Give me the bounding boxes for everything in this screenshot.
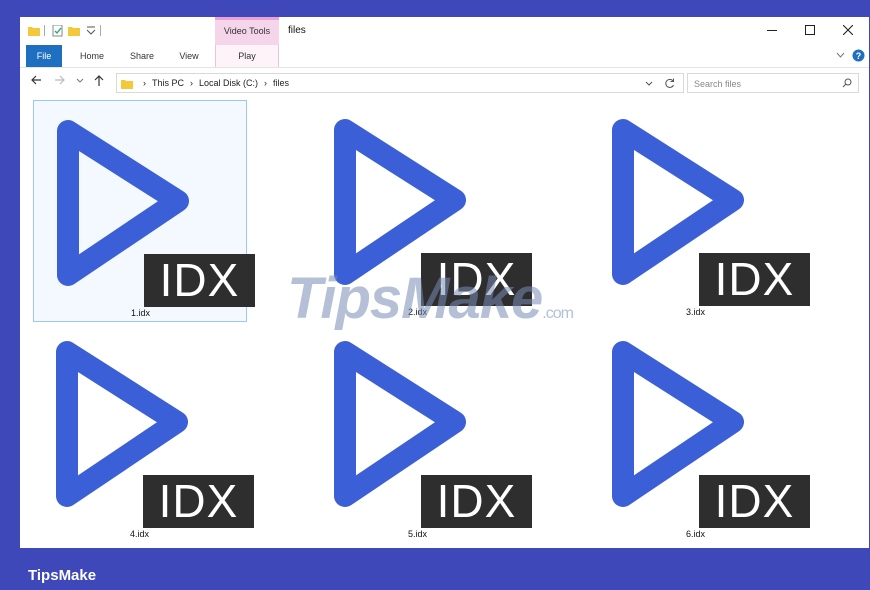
new-folder-icon[interactable] xyxy=(68,25,80,36)
breadcrumb-this-pc[interactable]: This PC xyxy=(152,78,184,88)
file-item[interactable]: IDX 4.idx xyxy=(33,322,254,544)
chevron-right-icon[interactable]: › xyxy=(190,78,193,88)
breadcrumb: › This PC › Local Disk (C:) › files xyxy=(143,78,289,88)
expand-ribbon-icon[interactable] xyxy=(836,52,845,59)
file-name[interactable]: 3.idx xyxy=(686,307,705,317)
tab-home[interactable]: Home xyxy=(72,45,112,67)
watermark: TipsMake.com xyxy=(287,265,574,332)
close-button[interactable] xyxy=(836,21,860,39)
idx-badge: IDX xyxy=(144,254,255,307)
file-name[interactable]: 1.idx xyxy=(131,308,150,318)
svg-text:?: ? xyxy=(856,51,862,61)
file-item[interactable]: IDX 6.idx xyxy=(589,322,810,544)
tab-file[interactable]: File xyxy=(26,45,62,67)
file-name[interactable]: 6.idx xyxy=(686,529,705,539)
folder-icon[interactable] xyxy=(28,25,40,36)
up-arrow-icon[interactable] xyxy=(94,75,104,86)
chevron-right-icon[interactable]: › xyxy=(264,78,267,88)
file-item[interactable]: IDX 5.idx xyxy=(311,322,532,544)
idx-badge: IDX xyxy=(699,253,810,306)
maximize-button[interactable] xyxy=(798,21,822,39)
tab-play[interactable]: Play xyxy=(215,45,279,67)
watermark-text: TipsMake xyxy=(287,266,543,331)
tab-view[interactable]: View xyxy=(170,45,208,67)
chevron-right-icon: › xyxy=(143,78,146,88)
forward-arrow-icon[interactable] xyxy=(54,75,66,85)
address-bar[interactable]: › This PC › Local Disk (C:) › files xyxy=(116,73,684,93)
file-name[interactable]: 5.idx xyxy=(408,529,427,539)
help-icon[interactable]: ? xyxy=(852,49,865,62)
properties-icon[interactable] xyxy=(52,25,64,37)
idx-badge: IDX xyxy=(143,475,254,528)
file-item[interactable]: IDX 1.idx xyxy=(33,100,255,322)
brand-label: TipsMake xyxy=(28,567,97,584)
watermark-suffix: .com xyxy=(542,305,574,322)
tab-share[interactable]: Share xyxy=(121,45,163,67)
video-tools-context-tab: Video Tools xyxy=(215,17,279,45)
customize-qat-icon[interactable] xyxy=(86,25,96,36)
search-icon[interactable] xyxy=(842,78,852,88)
separator xyxy=(100,25,101,36)
minimize-button[interactable] xyxy=(760,21,784,39)
idx-badge: IDX xyxy=(699,475,810,528)
search-input[interactable] xyxy=(694,77,834,90)
title-bar: Video Tools files xyxy=(20,17,869,45)
window-title: files xyxy=(288,25,306,36)
explorer-window: Video Tools files File Home Share View P… xyxy=(20,17,869,548)
file-item[interactable]: IDX 3.idx xyxy=(589,100,810,322)
file-name[interactable]: 4.idx xyxy=(130,529,149,539)
idx-badge: IDX xyxy=(421,475,532,528)
navigation-bar: › This PC › Local Disk (C:) › files xyxy=(20,67,869,95)
maximize-icon xyxy=(805,25,815,35)
search-box[interactable] xyxy=(687,73,859,93)
breadcrumb-files[interactable]: files xyxy=(273,78,289,88)
address-dropdown-icon[interactable] xyxy=(645,81,653,87)
close-icon xyxy=(843,25,853,35)
separator xyxy=(44,25,45,36)
folder-icon xyxy=(121,80,133,89)
minimize-icon xyxy=(767,30,777,31)
recent-locations-icon[interactable] xyxy=(76,78,84,84)
back-arrow-icon[interactable] xyxy=(30,75,42,85)
breadcrumb-local-disk[interactable]: Local Disk (C:) xyxy=(199,78,258,88)
refresh-icon[interactable] xyxy=(664,78,675,89)
ribbon-tabs: File Home Share View Play ? xyxy=(20,45,869,67)
